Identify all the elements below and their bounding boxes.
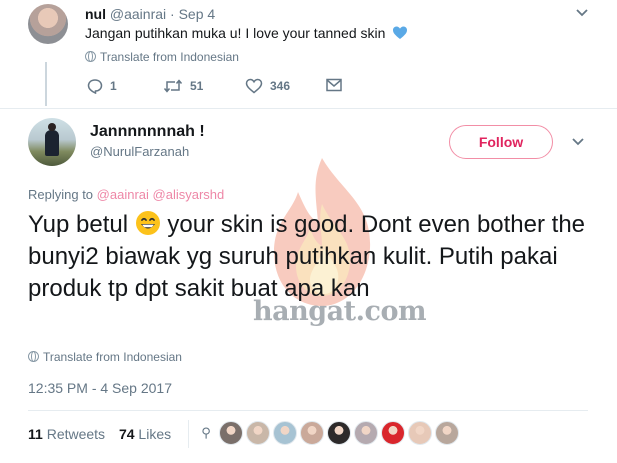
separator-dot: ·: [170, 6, 175, 22]
replying-to-link-alisyarshd[interactable]: @alisyarshd: [153, 187, 225, 202]
parent-translate-label: Translate from Indonesian: [100, 50, 239, 64]
main-tweet-text: Yup betul your skin is good. Dont even b…: [28, 209, 588, 305]
replying-to-prefix: Replying to: [28, 187, 94, 202]
grinning-face-emoji-icon: [135, 211, 160, 235]
main-tweet-text-part1: Yup betul: [28, 211, 129, 238]
chevron-down-icon[interactable]: [575, 8, 589, 18]
liker-avatars: ⚲: [196, 421, 459, 445]
replying-to-line: Replying to @aainrai @alisyarshd: [28, 187, 224, 202]
parent-translate-link[interactable]: Translate from Indonesian: [85, 50, 239, 64]
retweet-stat-label: Retweets: [46, 426, 106, 442]
like-action[interactable]: 346: [245, 78, 290, 94]
retweet-stat-count: 11: [28, 426, 43, 442]
tweet-divider: [0, 108, 617, 109]
reply-action[interactable]: 1: [87, 78, 117, 94]
main-author-avatar[interactable]: [28, 118, 76, 166]
reply-icon: [87, 79, 103, 94]
parent-author-handle[interactable]: @aainrai: [110, 6, 166, 22]
like-stat[interactable]: 74 Likes: [119, 426, 171, 442]
liker-avatar[interactable]: [246, 421, 270, 445]
parent-author-name[interactable]: nul: [85, 6, 106, 22]
parent-tweet-text-content: Jangan putihkan muka u! I love your tann…: [85, 25, 386, 41]
parent-tweet-actions: 1 51 346: [85, 78, 385, 100]
direct-message-action[interactable]: [326, 78, 342, 92]
globe-icon: [28, 351, 39, 362]
retweet-count: 51: [190, 79, 204, 93]
main-translate-label: Translate from Indonesian: [43, 350, 182, 364]
tweet-stats: 11 Retweets 74 Likes: [28, 426, 181, 442]
liker-avatar[interactable]: [435, 421, 459, 445]
envelope-icon: [326, 78, 342, 92]
replying-to-link-aainrai[interactable]: @aainrai: [97, 187, 149, 202]
liker-avatar[interactable]: [327, 421, 351, 445]
like-stat-label: Likes: [138, 426, 172, 442]
liker-avatar[interactable]: [300, 421, 324, 445]
retweet-icon: [163, 79, 183, 93]
reply-count: 1: [110, 79, 117, 93]
like-count: 346: [270, 79, 291, 93]
liker-avatar[interactable]: [273, 421, 297, 445]
blue-heart-emoji-icon: [393, 26, 408, 39]
main-author-name[interactable]: Jannnnnnnah !: [90, 123, 205, 141]
chevron-down-icon[interactable]: [571, 137, 585, 147]
parent-tweet-date[interactable]: Sep 4: [179, 6, 216, 22]
like-stat-count: 74: [118, 426, 135, 442]
main-author-handle[interactable]: @NurulFarzanah: [90, 144, 189, 159]
stats-divider: [28, 410, 588, 411]
liker-avatar[interactable]: [354, 421, 378, 445]
main-translate-link[interactable]: Translate from Indonesian: [28, 350, 182, 364]
tweet-timestamp[interactable]: 12:35 PM - 4 Sep 2017: [28, 380, 172, 396]
follow-button[interactable]: Follow: [449, 125, 553, 159]
key-icon: ⚲: [201, 425, 211, 440]
liker-avatar[interactable]: [408, 421, 432, 445]
watermark-text: hangat.com: [253, 296, 427, 327]
thread-connector-line: [45, 62, 47, 106]
parent-avatar[interactable]: [28, 4, 68, 44]
liker-avatar[interactable]: [219, 421, 243, 445]
retweet-action[interactable]: 51: [163, 78, 203, 94]
stats-vertical-divider: [188, 420, 189, 448]
liker-avatar[interactable]: [381, 421, 405, 445]
retweet-stat[interactable]: 11 Retweets: [28, 426, 105, 442]
parent-tweet-header: nul @aainrai · Sep 4: [85, 6, 215, 22]
parent-tweet-text: Jangan putihkan muka u! I love your tann…: [85, 25, 408, 41]
heart-icon: [245, 78, 263, 94]
globe-icon: [85, 51, 96, 62]
